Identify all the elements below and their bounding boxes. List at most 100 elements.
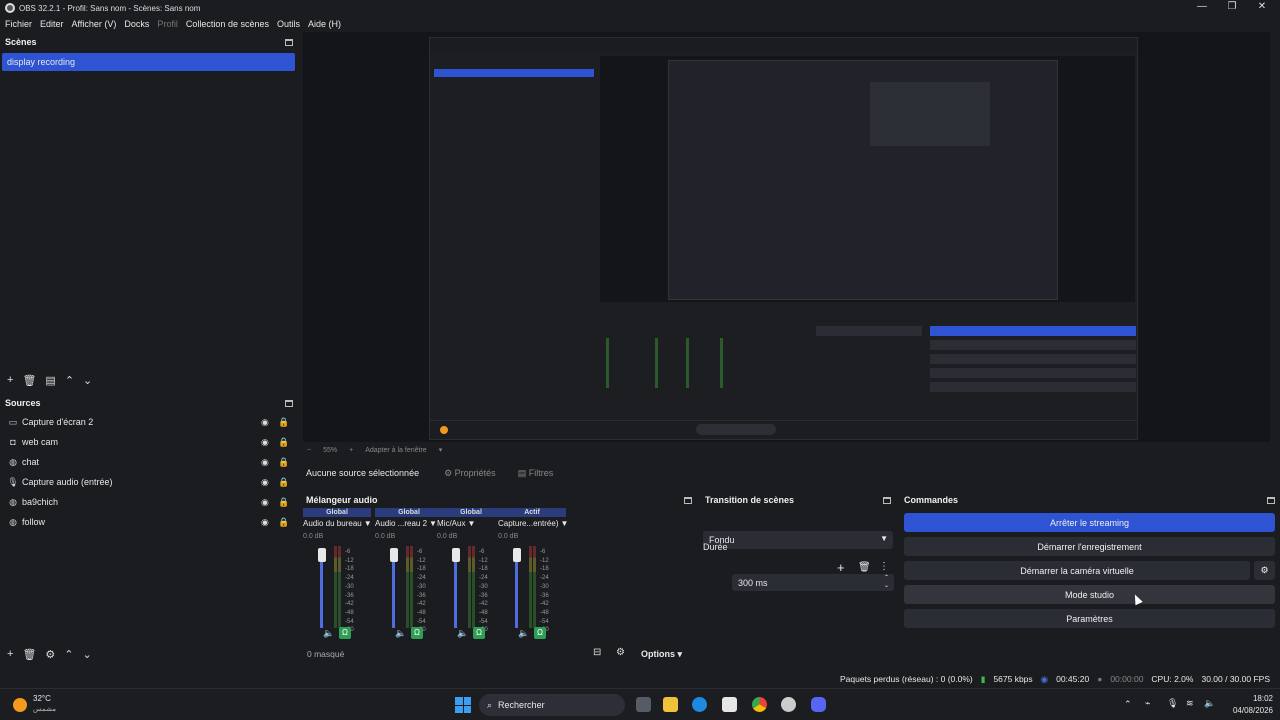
headphones-icon[interactable]: Ω (473, 627, 485, 639)
speaker-icon[interactable]: 🔈 (457, 628, 468, 639)
arrow-down-icon[interactable]: ⌄ (83, 374, 92, 387)
wifi-icon[interactable]: ≋ (1186, 698, 1194, 709)
trash-icon[interactable]: 🗑 (22, 648, 36, 661)
zoom-out-button[interactable]: − (307, 447, 311, 454)
headphones-icon[interactable]: Ω (339, 627, 351, 639)
speaker-icon[interactable]: 🔈 (323, 628, 334, 639)
tray-chevron-icon[interactable]: ⌃ (1124, 699, 1132, 710)
meter-ticks: -6-12-18-24-30-36-42-48-54-60 (345, 548, 354, 635)
source-item[interactable]: ◍ follow ◉ 🔒 (0, 512, 298, 532)
clock-time[interactable]: 18:02 (1223, 694, 1273, 703)
lock-icon[interactable]: 🔒 (278, 457, 289, 468)
menu-edit[interactable]: Editer (40, 19, 64, 29)
clock-date[interactable]: 04/08/2026 (1213, 706, 1273, 715)
studio-mode-button[interactable]: Mode studio (904, 585, 1275, 604)
zoom-in-button[interactable]: + (349, 447, 353, 454)
stepper-icon[interactable]: ⌃ ⌄ (884, 574, 889, 590)
dock-float-icon[interactable] (684, 496, 692, 504)
source-item[interactable]: ◘ web cam ◉ 🔒 (0, 432, 298, 452)
file-explorer-icon[interactable] (663, 697, 678, 712)
channel-name[interactable]: Audio ...reau 2 ▼ (375, 517, 443, 530)
menu-view[interactable]: Afficher (V) (72, 19, 117, 29)
task-view-icon[interactable] (636, 697, 651, 712)
properties-button[interactable]: ⚙ Propriétés (444, 468, 496, 479)
scene-item[interactable]: display recording (2, 53, 295, 71)
duration-input[interactable]: 300 ms ⌃ ⌄ (732, 574, 894, 591)
dock-float-icon[interactable] (883, 496, 891, 504)
source-item[interactable]: ▭ Capture d'écran 2 ◉ 🔒 (0, 412, 298, 432)
close-button[interactable]: ✕ (1247, 0, 1277, 16)
chevron-down-icon[interactable]: ▾ (439, 446, 443, 454)
maximize-button[interactable]: ❐ (1217, 0, 1247, 16)
arrow-down-icon[interactable]: ⌄ (83, 648, 92, 661)
lock-icon[interactable]: 🔒 (278, 437, 289, 448)
fader-knob[interactable] (318, 548, 326, 562)
menu-tools[interactable]: Outils (277, 19, 300, 29)
channel-name[interactable]: Mic/Aux ▼ (437, 517, 505, 530)
lock-icon[interactable]: 🔒 (278, 497, 289, 508)
edge-icon[interactable] (692, 697, 707, 712)
chrome-icon[interactable] (752, 697, 767, 712)
eye-icon[interactable]: ◉ (261, 437, 269, 448)
add-icon[interactable]: + (7, 648, 13, 660)
mixer-settings-icon[interactable]: ⚙ (616, 647, 625, 658)
eye-icon[interactable]: ◉ (261, 517, 269, 528)
virtual-cam-settings-button[interactable]: ⚙ (1254, 561, 1275, 580)
arrow-up-icon[interactable]: ⌃ (65, 374, 74, 387)
dock-float-icon[interactable] (285, 38, 293, 46)
filter-icon[interactable]: ▤ (45, 374, 55, 387)
microphone-icon[interactable]: 🎙 (1167, 698, 1178, 709)
speaker-icon[interactable]: 🔈 (518, 628, 529, 639)
options-button[interactable]: Options ▾ (641, 649, 682, 660)
eye-icon[interactable]: ◉ (261, 417, 269, 428)
add-icon[interactable]: + (7, 374, 13, 386)
speaker-icon[interactable]: 🔈 (395, 628, 406, 639)
menu-help[interactable]: Aide (H) (308, 19, 341, 29)
eye-icon[interactable]: ◉ (261, 457, 269, 468)
arrow-up-icon[interactable]: ⌃ (64, 648, 73, 661)
lock-icon[interactable]: 🔒 (278, 417, 289, 428)
channel-name[interactable]: Audio du bureau ▼ (303, 517, 372, 530)
dock-float-icon[interactable] (1267, 496, 1275, 504)
sources-title: Sources (5, 398, 41, 408)
taskbar-search[interactable]: ⌕ Rechercher (479, 694, 625, 716)
settings-button[interactable]: Paramètres (904, 609, 1275, 628)
menu-docks[interactable]: Docks (124, 19, 149, 29)
more-icon[interactable]: ⋮ (879, 561, 889, 572)
fader-knob[interactable] (452, 548, 460, 562)
filters-button[interactable]: ▤ Filtres (518, 468, 554, 479)
add-icon[interactable]: + (837, 560, 845, 575)
fader-knob[interactable] (513, 548, 521, 562)
trash-icon[interactable]: 🗑 (22, 374, 36, 387)
transition-select[interactable]: Fondu ▼ (703, 531, 893, 549)
headphones-icon[interactable]: Ω (411, 627, 423, 639)
discord-icon[interactable] (811, 697, 826, 712)
source-item[interactable]: ◍ chat ◉ 🔒 (0, 452, 298, 472)
sun-icon[interactable] (13, 698, 27, 712)
headphones-icon[interactable]: Ω (534, 627, 546, 639)
windows-start-icon[interactable] (455, 697, 471, 713)
dock-float-icon[interactable] (285, 399, 293, 407)
fader-knob[interactable] (390, 548, 398, 562)
lock-icon[interactable]: 🔒 (278, 477, 289, 488)
source-item[interactable]: 🎙 Capture audio (entrée) ◉ 🔒 (0, 472, 298, 492)
gear-icon[interactable]: ⚙ (45, 648, 55, 661)
channel-name[interactable]: Capture...entrée) ▼ (498, 517, 568, 530)
eye-icon[interactable]: ◉ (261, 477, 269, 488)
store-icon[interactable] (722, 697, 737, 712)
start-virtual-cam-button[interactable]: Démarrer la caméra virtuelle (904, 561, 1250, 580)
menu-scene-collection[interactable]: Collection de scènes (186, 19, 269, 29)
layout-icon[interactable]: ⊟ (593, 647, 601, 658)
lock-icon[interactable]: 🔒 (278, 517, 289, 528)
menu-file[interactable]: Fichier (5, 19, 32, 29)
network-icon[interactable]: ⌁ (1145, 698, 1150, 709)
menu-profile[interactable]: Profil (157, 19, 178, 29)
eye-icon[interactable]: ◉ (261, 497, 269, 508)
stop-streaming-button[interactable]: Arrêter le streaming (904, 513, 1275, 532)
trash-icon[interactable]: 🗑 (858, 562, 871, 573)
start-recording-button[interactable]: Démarrer l'enregistrement (904, 537, 1275, 556)
fit-to-window-button[interactable]: Adapter à la fenêtre (365, 447, 427, 454)
obs-taskbar-icon[interactable] (781, 697, 796, 712)
source-item[interactable]: ◍ ba9chich ◉ 🔒 (0, 492, 298, 512)
minimize-button[interactable]: — (1187, 0, 1217, 16)
